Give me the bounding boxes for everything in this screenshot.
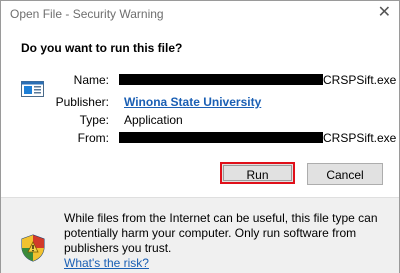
run-file-question: Do you want to run this file? (21, 41, 183, 55)
warning-text: While files from the Internet can be use… (64, 211, 378, 255)
publisher-link[interactable]: Winona State University (124, 95, 261, 109)
publisher-label: Publisher: (55, 95, 109, 109)
type-label: Type: (79, 113, 109, 127)
from-value: CRSPSift.exe (323, 131, 397, 145)
name-value: CRSPSift.exe (323, 73, 397, 87)
security-shield-icon (21, 234, 45, 262)
type-value: Application (124, 113, 183, 127)
name-redaction (119, 74, 323, 85)
title-bar: Open File - Security Warning ✕ (1, 1, 399, 27)
warning-footer: While files from the Internet can be use… (1, 197, 399, 273)
close-icon[interactable]: ✕ (378, 4, 391, 22)
warning-text-block: While files from the Internet can be use… (64, 211, 384, 271)
security-warning-dialog: Open File - Security Warning ✕ Do you wa… (0, 0, 400, 273)
cancel-button[interactable]: Cancel (307, 163, 383, 185)
window-title: Open File - Security Warning (10, 7, 164, 21)
from-label: From: (77, 131, 109, 145)
name-label: Name: (73, 73, 109, 87)
from-redaction (119, 132, 323, 143)
risk-link[interactable]: What's the risk? (64, 256, 149, 270)
run-button[interactable]: Run (220, 162, 295, 184)
